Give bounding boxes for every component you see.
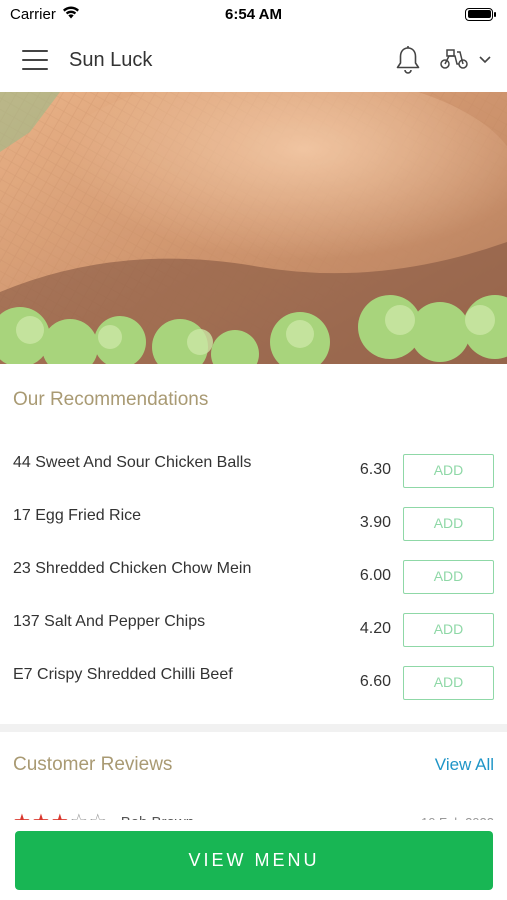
- add-button[interactable]: ADD: [403, 454, 494, 488]
- section-divider: [0, 724, 507, 732]
- hero-food-image: [0, 92, 507, 364]
- item-name: E7 Crispy Shredded Chilli Beef: [13, 666, 233, 683]
- list-item: E7 Crispy Shredded Chilli Beef 6.60 ADD: [0, 666, 507, 719]
- app-header: Sun Luck: [0, 28, 507, 92]
- list-item: 17 Egg Fried Rice 3.90 ADD: [0, 507, 507, 560]
- carrier-label: Carrier: [10, 5, 56, 23]
- bottom-bar: VIEW MENU: [0, 820, 507, 900]
- item-price: 3.90: [359, 514, 391, 531]
- item-name: 137 Salt And Pepper Chips: [13, 613, 206, 630]
- wifi-icon: [62, 6, 80, 23]
- hamburger-menu-icon[interactable]: [22, 50, 48, 70]
- view-all-link[interactable]: View All: [435, 755, 494, 775]
- list-item: 23 Shredded Chicken Chow Mein 6.00 ADD: [0, 560, 507, 613]
- recommendations-title: Our Recommendations: [13, 389, 209, 410]
- item-price: 6.60: [359, 673, 391, 690]
- item-name: 17 Egg Fried Rice: [13, 507, 142, 524]
- reviews-title: Customer Reviews: [13, 754, 173, 775]
- add-button[interactable]: ADD: [403, 560, 494, 594]
- list-item: 44 Sweet And Sour Chicken Balls 6.30 ADD: [0, 454, 507, 507]
- header-actions: [395, 45, 491, 75]
- recommendations-list: 44 Sweet And Sour Chicken Balls 6.30 ADD…: [0, 454, 507, 719]
- battery-icon: [465, 7, 496, 21]
- item-name: 44 Sweet And Sour Chicken Balls: [13, 454, 252, 471]
- item-name: 23 Shredded Chicken Chow Mein: [13, 560, 252, 577]
- add-button[interactable]: ADD: [403, 507, 494, 541]
- list-item: 137 Salt And Pepper Chips 4.20 ADD: [0, 613, 507, 666]
- status-left: Carrier: [10, 6, 80, 23]
- item-price: 6.30: [359, 461, 391, 478]
- view-menu-button[interactable]: VIEW MENU: [15, 831, 493, 890]
- add-button[interactable]: ADD: [403, 666, 494, 700]
- item-price: 6.00: [359, 567, 391, 584]
- add-button[interactable]: ADD: [403, 613, 494, 647]
- delivery-mode-selector[interactable]: [439, 46, 491, 75]
- recommendations-section: Our Recommendations 44 Sweet And Sour Ch…: [0, 364, 507, 724]
- restaurant-title: Sun Luck: [69, 48, 153, 71]
- chevron-down-icon: [479, 51, 491, 69]
- status-bar: Carrier 6:54 AM: [0, 0, 507, 28]
- item-price: 4.20: [359, 620, 391, 637]
- scooter-delivery-icon: [439, 46, 469, 75]
- bell-icon[interactable]: [395, 45, 421, 75]
